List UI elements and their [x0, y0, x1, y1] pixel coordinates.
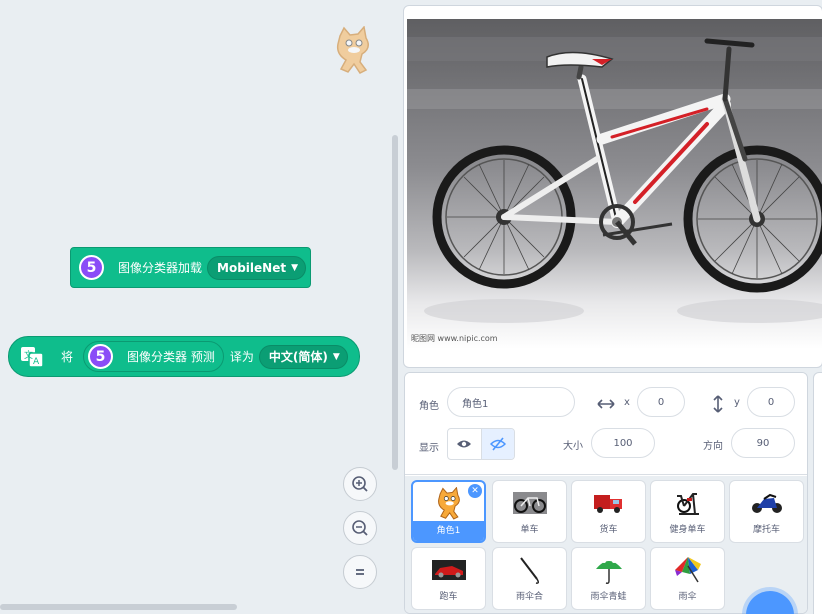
visibility-toggle-group — [447, 428, 515, 460]
exercise-bike-icon — [676, 493, 699, 515]
zoom-in-button[interactable] — [343, 467, 377, 501]
sprite-tile-sports-car[interactable]: 跑车 — [411, 547, 486, 610]
sprite-name-label: 跑车 — [439, 592, 458, 602]
x-value: 0 — [657, 396, 665, 408]
exercise-bike-thumbnail — [651, 485, 724, 521]
classifier-icon-number: 5 — [86, 259, 97, 276]
vertical-arrows-icon — [713, 395, 723, 413]
y-input[interactable]: 0 — [747, 387, 795, 417]
sprite-name-input[interactable]: 角色1 — [447, 387, 575, 417]
y-label: y — [734, 397, 740, 408]
language-dropdown[interactable]: 中文(简体) ▼ — [258, 344, 348, 369]
svg-text:文: 文 — [24, 349, 33, 361]
equals-icon — [356, 569, 364, 575]
sprite-name-label: 雨伞青蛙 — [590, 592, 627, 602]
code-vertical-scrollbar[interactable] — [392, 135, 398, 470]
model-dropdown-value: MobileNet — [217, 260, 287, 275]
sprite-name-label: 货车 — [599, 525, 618, 535]
bicycle-icon — [512, 492, 547, 514]
model-dropdown[interactable]: MobileNet ▼ — [207, 255, 306, 280]
language-dropdown-value: 中文(简体) — [268, 350, 328, 364]
sprite-list: ✕ 角色1 单车 货车 健身单车 摩托车 跑车 雨伞合 雨伞青蛙 雨伞 — [405, 476, 807, 613]
size-label: 大小 — [563, 441, 583, 452]
sprite-panel: 角色 角色1 x 0 y 0 显示 大小 100 方向 90 ✕ 角色1 单车 … — [404, 372, 808, 614]
closed-umbrella-icon — [519, 557, 539, 584]
classifier-icon-number: 5 — [95, 348, 106, 365]
load-classifier-label: 图像分类器加载 — [118, 261, 203, 275]
sprite-tile-closed-umbrella[interactable]: 雨伞合 — [492, 547, 567, 610]
sprite-tile-bicycle[interactable]: 单车 — [492, 480, 567, 543]
bicycle-thumbnail — [493, 485, 566, 521]
horizontal-arrows-icon — [597, 399, 615, 409]
eye-icon — [457, 440, 472, 448]
zoom-out-button[interactable] — [343, 511, 377, 545]
sprite-name-label: 雨伞合 — [515, 592, 543, 602]
code-horizontal-scrollbar[interactable] — [0, 604, 237, 610]
load-classifier-block[interactable]: 5 图像分类器加载 MobileNet ▼ — [70, 247, 311, 288]
delete-sprite-button[interactable]: ✕ — [468, 484, 482, 498]
stage-watermark-text: 昵图网 www.nipic.com — [411, 334, 498, 343]
hide-sprite-button[interactable] — [480, 429, 514, 459]
predict-reporter-label: 图像分类器 预测 — [127, 350, 215, 364]
sprite-tile-umbrella[interactable]: 雨伞 — [650, 547, 725, 610]
sprite-name-value: 角色1 — [462, 398, 489, 410]
sprite-name-label: 摩托车 — [752, 525, 780, 535]
frog-umbrella-icon — [595, 559, 622, 584]
closed-umbrella-thumbnail — [493, 552, 566, 588]
translate-to-label: 译为 — [229, 350, 254, 364]
sports-car-icon — [431, 560, 466, 580]
zoom-reset-button[interactable] — [343, 555, 377, 589]
direction-label: 方向 — [703, 441, 723, 452]
code-area[interactable]: 5 图像分类器加载 MobileNet ▼ 文 A 将 5 图像分类器 预测 译… — [0, 0, 399, 614]
translate-block[interactable]: 文 A 将 5 图像分类器 预测 译为 中文(简体) ▼ — [8, 336, 360, 377]
show-sprite-button[interactable] — [448, 429, 481, 459]
predict-reporter[interactable]: 5 图像分类器 预测 — [83, 341, 224, 372]
chevron-down-icon: ▼ — [332, 351, 340, 362]
stage-panel-edge — [813, 372, 822, 614]
sprite-name-label: 雨伞 — [678, 592, 697, 602]
cat-sprite-icon — [437, 487, 460, 520]
sprite-tile-cat[interactable]: ✕ 角色1 — [411, 480, 486, 543]
truck-icon — [593, 495, 622, 513]
svg-text:A: A — [33, 357, 40, 367]
motorcycle-thumbnail — [730, 485, 803, 521]
translate-prefix: 将 — [61, 350, 74, 364]
sports-car-thumbnail — [412, 552, 485, 588]
sprite-tile-motorcycle[interactable]: 摩托车 — [729, 480, 804, 543]
umbrella-icon — [674, 557, 701, 583]
eye-slash-icon — [489, 437, 506, 451]
sprite-tile-frog-umbrella[interactable]: 雨伞青蛙 — [571, 547, 646, 610]
sprite-tile-truck[interactable]: 货车 — [571, 480, 646, 543]
sprite-watermark-cat-icon — [336, 26, 369, 74]
truck-thumbnail — [572, 485, 645, 521]
sprite-name-label: 单车 — [520, 525, 539, 535]
sprite-name-label: 健身单车 — [669, 525, 706, 535]
motorcycle-icon — [751, 493, 782, 513]
sprite-name-label: 角色1 — [413, 521, 484, 541]
frog-umbrella-thumbnail — [572, 552, 645, 588]
classifier-extension-icon: 5 — [88, 344, 114, 369]
direction-value: 90 — [756, 437, 770, 449]
sprite-label: 角色 — [419, 401, 439, 412]
size-input[interactable]: 100 — [591, 428, 655, 458]
umbrella-thumbnail — [651, 552, 724, 588]
direction-input[interactable]: 90 — [731, 428, 795, 458]
zoom-out-icon — [352, 520, 368, 536]
sprite-tile-exercise-bike[interactable]: 健身单车 — [650, 480, 725, 543]
sprite-info-bar: 角色 角色1 x 0 y 0 显示 大小 100 方向 90 — [405, 373, 807, 475]
x-label: x — [624, 397, 630, 408]
zoom-in-icon — [352, 476, 368, 492]
show-label: 显示 — [419, 443, 439, 454]
classifier-extension-icon: 5 — [79, 255, 104, 280]
stage[interactable]: 昵图网 www.nipic.com — [403, 5, 822, 368]
stage-bicycle-image: 昵图网 www.nipic.com — [407, 19, 822, 349]
chevron-down-icon: ▼ — [291, 262, 298, 273]
size-value: 100 — [613, 437, 633, 449]
translate-extension-icon: 文 A — [21, 346, 44, 368]
x-input[interactable]: 0 — [637, 387, 685, 417]
y-value: 0 — [767, 396, 775, 408]
